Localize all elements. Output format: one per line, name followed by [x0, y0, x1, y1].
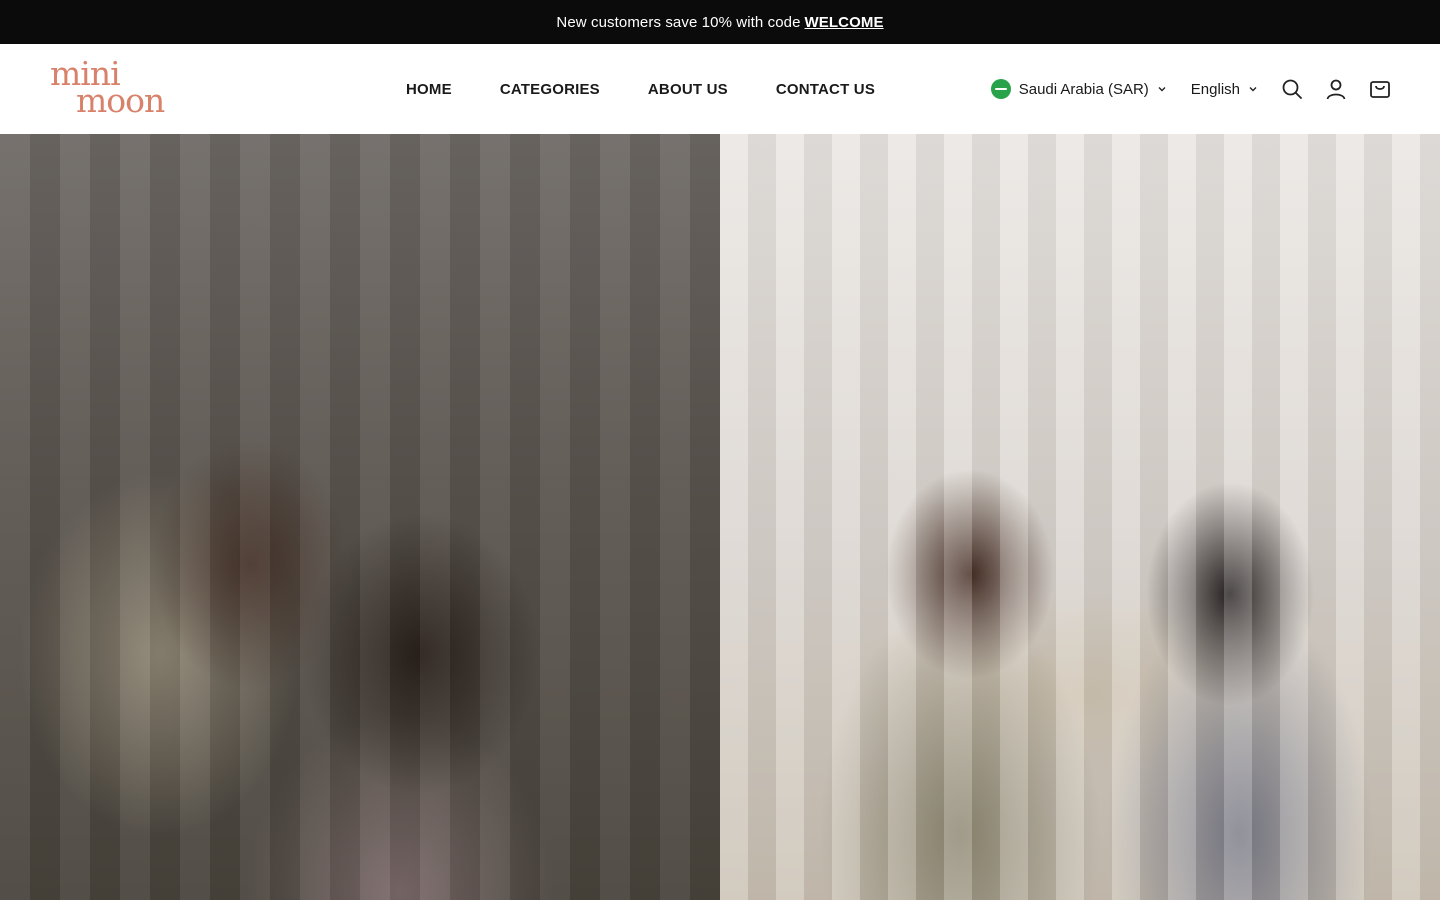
hero-image-left[interactable] — [0, 134, 720, 900]
chevron-down-icon — [1249, 87, 1257, 92]
nav-about-us[interactable]: ABOUT US — [648, 81, 728, 98]
language-selector[interactable]: English — [1191, 81, 1258, 98]
logo-line-2: moon — [76, 81, 165, 121]
nav-home[interactable]: HOME — [406, 81, 452, 98]
nav-contact-us[interactable]: CONTACT US — [776, 81, 875, 98]
country-label: Saudi Arabia (SAR) — [1018, 80, 1149, 98]
cart-icon[interactable] — [1368, 77, 1392, 101]
hero-image-right-texture — [720, 134, 1440, 900]
main-nav: HOME CATEGORIES ABOUT US CONTACT US — [406, 44, 875, 134]
hero-image-right[interactable] — [720, 134, 1440, 900]
announcement-bar: New customers save 10% with code WELCOME — [0, 0, 1440, 44]
header-utilities: Saudi Arabia (SAR) English — [990, 44, 1392, 134]
hero-banner[interactable] — [0, 134, 1440, 900]
search-icon[interactable] — [1280, 77, 1304, 101]
brand-logo[interactable]: mini moon — [50, 57, 182, 121]
promo-code-link[interactable]: WELCOME — [805, 14, 884, 31]
saudi-flag-icon — [990, 79, 1011, 99]
chevron-down-icon — [1158, 87, 1166, 92]
announcement-text: New customers save 10% with code — [556, 13, 801, 31]
country-selector[interactable]: Saudi Arabia (SAR) — [990, 79, 1167, 99]
account-icon[interactable] — [1324, 77, 1348, 101]
hero-image-left-texture — [0, 134, 720, 900]
language-label: English — [1190, 80, 1240, 98]
nav-categories[interactable]: CATEGORIES — [500, 81, 600, 98]
site-header: mini moon HOME CATEGORIES ABOUT US CONTA… — [0, 44, 1440, 134]
